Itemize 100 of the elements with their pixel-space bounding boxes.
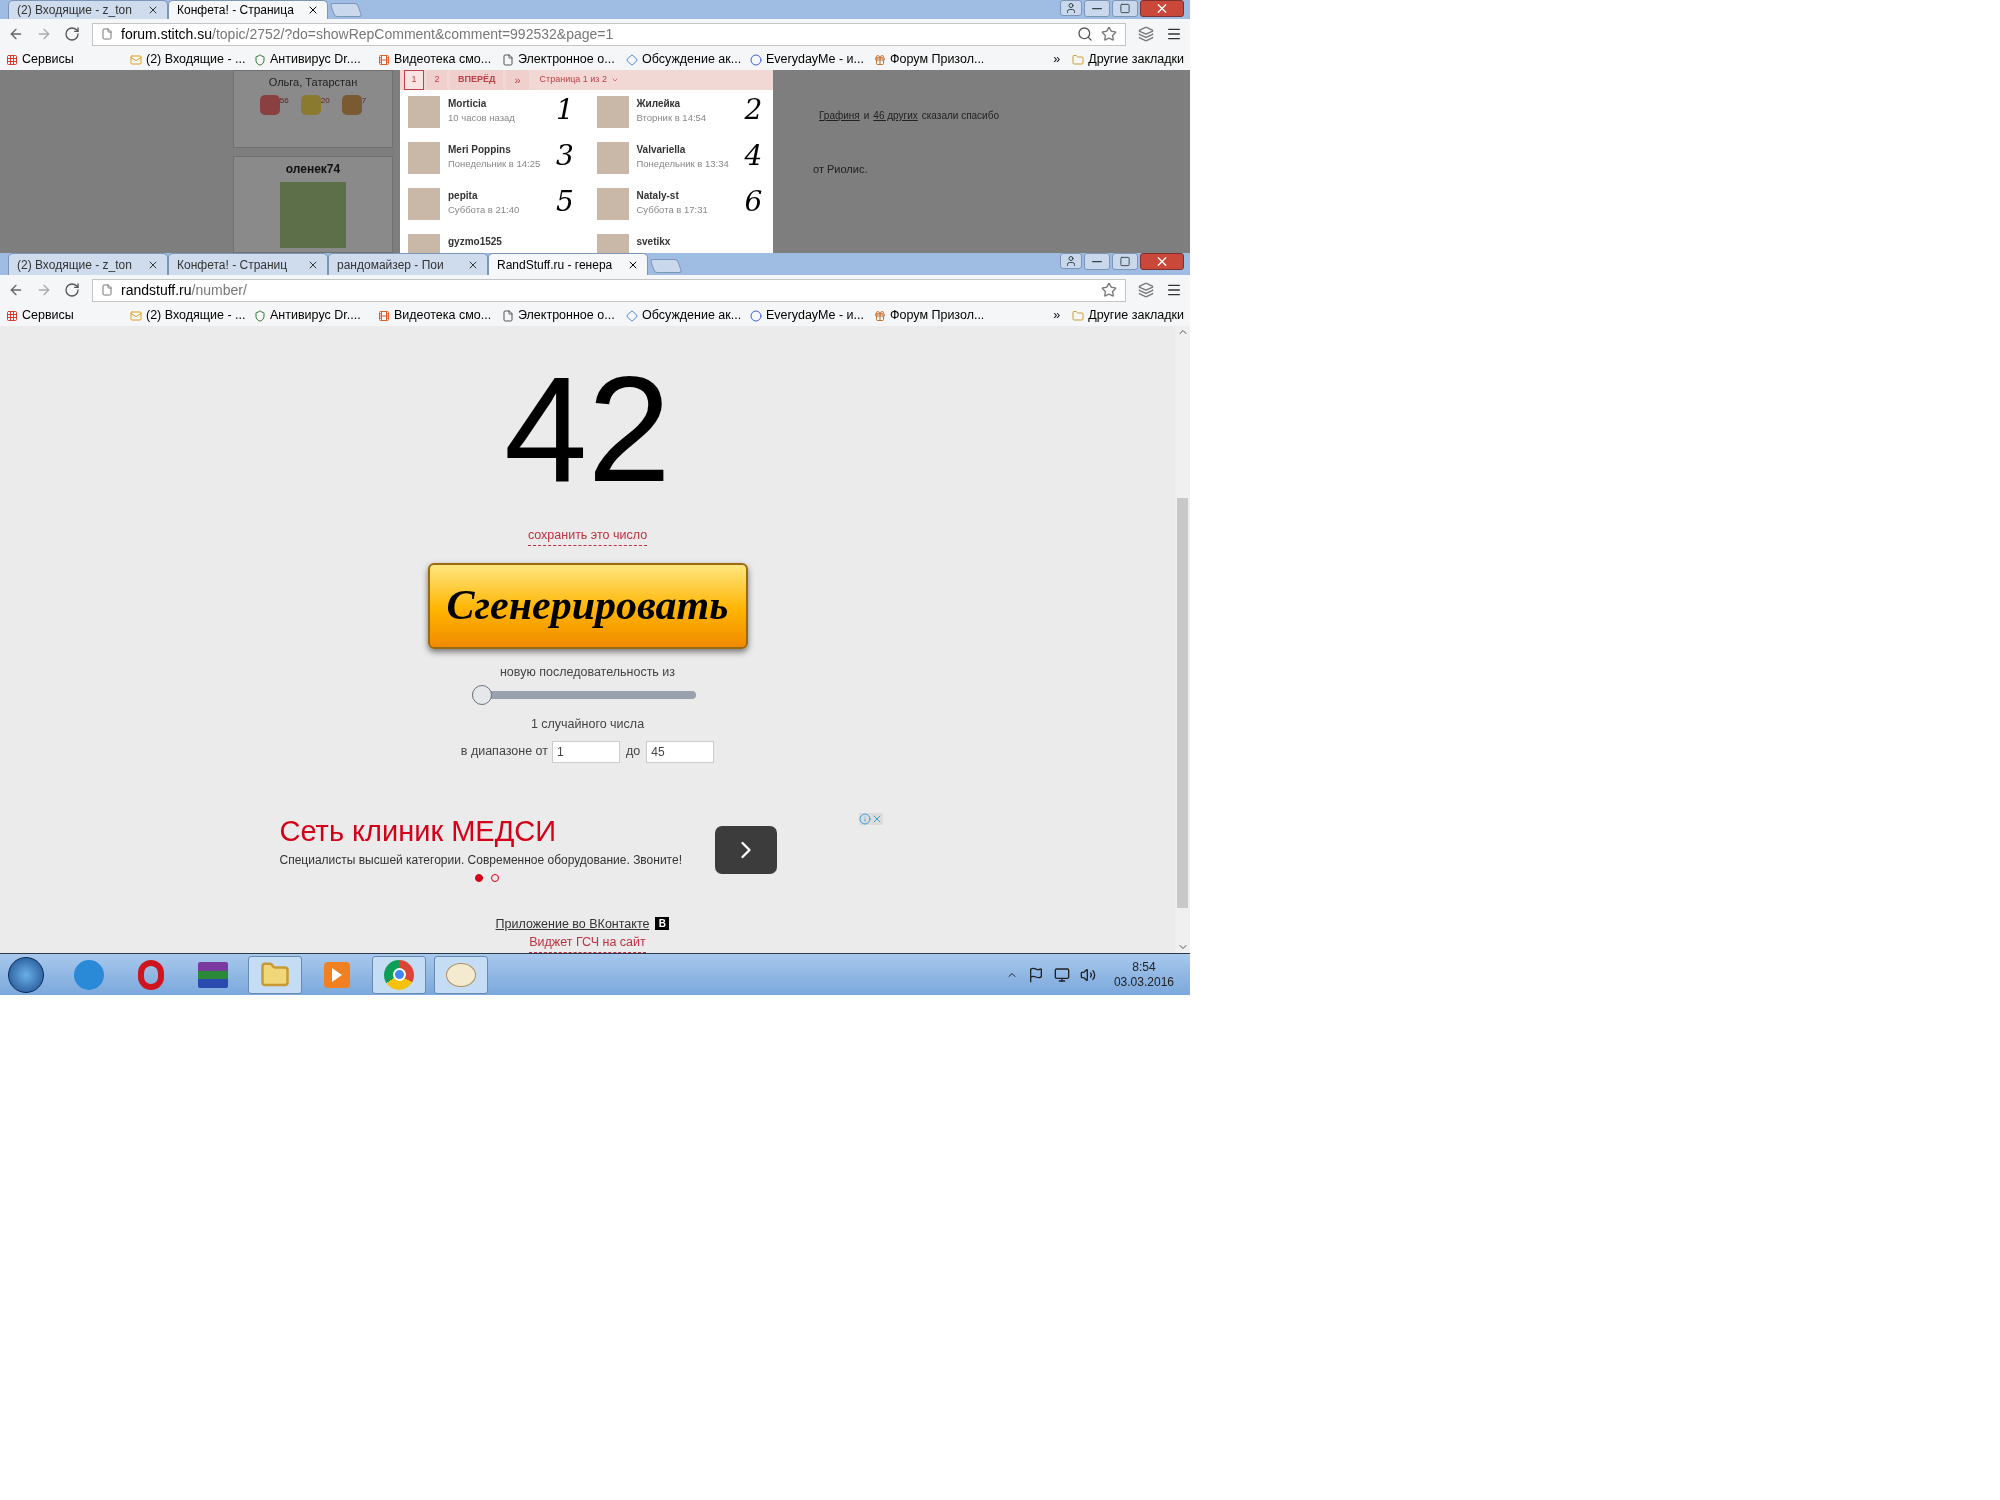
handwritten-number: 6 [744, 188, 763, 216]
bookmark-item[interactable]: Форум Призол... [874, 306, 998, 325]
to-field[interactable]: 45 [646, 740, 715, 763]
vk-logo[interactable]: B [655, 917, 670, 931]
browser-tab[interactable]: Конфета! - Страница [168, 0, 328, 19]
next-page-button[interactable]: ВПЕРЁД [450, 70, 504, 90]
page-menu[interactable]: Страница 1 из 2 [539, 73, 619, 87]
bookmark-item[interactable]: Форум Призол... [874, 50, 998, 69]
user-icon[interactable] [1060, 0, 1082, 16]
thanks-link[interactable]: Графиня [819, 108, 860, 123]
ad-banner[interactable]: Сеть клиник МЕДСИ Специалисты высшей категории. Современное оборудование. Звоните! [272, 812, 883, 885]
bookmark-icon [130, 53, 142, 66]
close-icon[interactable] [147, 4, 159, 16]
bookmark-icon [254, 309, 266, 322]
from-field[interactable]: 1 [551, 740, 620, 763]
bookmark-item[interactable]: EverydayMe - и... [750, 306, 874, 325]
bookmark-item[interactable]: Видеотека смо... [378, 50, 502, 69]
thanks-time: Вторник в 14:54 [636, 111, 708, 125]
maximize-icon[interactable] [1112, 253, 1138, 270]
user-name[interactable]: Жилейка [636, 96, 737, 111]
network-icon[interactable] [1053, 966, 1070, 983]
bookmark-icon [626, 53, 638, 66]
bookmark-item[interactable]: Видеотека смо... [378, 306, 502, 325]
volume-icon[interactable] [1079, 966, 1096, 983]
menu-icon[interactable] [1166, 282, 1182, 298]
bookmark-icon [874, 53, 886, 66]
last-page-button[interactable]: » [506, 70, 529, 90]
bookmark-item[interactable]: Электронное о... [502, 306, 626, 325]
bookmark-item[interactable]: EverydayMe - и... [750, 50, 874, 69]
count-slider[interactable] [471, 684, 696, 705]
avatar-placeholder [408, 96, 440, 128]
flag-icon[interactable] [1027, 966, 1044, 983]
slider-thumb[interactable] [471, 684, 492, 705]
tab-title: рандомайзер - Пои [337, 256, 444, 274]
back-icon[interactable] [8, 26, 24, 42]
ad-next-button[interactable] [715, 825, 777, 874]
clock-time[interactable]: 8:54 [1132, 959, 1156, 975]
bookmark-item[interactable]: (2) Входящие - ... [130, 50, 254, 69]
browser-tab[interactable]: (2) Входящие - z_ton [8, 0, 168, 19]
avatar-placeholder [596, 142, 629, 174]
user-name[interactable]: Nataly-st [636, 188, 737, 203]
bookmark-item[interactable]: Антивирус Dr.... [254, 50, 378, 69]
user-name[interactable]: pepita [448, 188, 548, 203]
browser-tab[interactable]: RandStuff.ru - генера [488, 253, 648, 275]
bookmark-item[interactable]: Обсуждение ак... [626, 50, 750, 69]
search-icon[interactable] [1077, 26, 1093, 42]
user-icon[interactable] [1060, 253, 1082, 269]
clock-date[interactable]: 03.03.2016 [1113, 974, 1174, 990]
page-button[interactable]: 2 [427, 70, 447, 90]
bookmark-item[interactable]: Антивирус Dr.... [254, 306, 378, 325]
more-bookmarks[interactable]: » [1053, 306, 1061, 325]
user-name[interactable]: Morticia [448, 96, 548, 111]
reload-icon[interactable] [64, 282, 80, 298]
browser-tab[interactable]: рандомайзер - Пои [328, 253, 488, 275]
bookmark-item[interactable]: (2) Входящие - ... [130, 306, 254, 325]
bookmark-item[interactable]: Сервисы [6, 306, 130, 325]
taskbar-button[interactable] [372, 955, 426, 994]
taskbar-button[interactable] [248, 955, 302, 994]
address-field[interactable]: randstuff.ru/number/ [92, 278, 1126, 302]
close-icon[interactable] [1140, 0, 1184, 17]
generate-button[interactable]: Сгенерировать [427, 562, 748, 650]
minimize-icon[interactable] [1084, 0, 1110, 17]
bookmark-item[interactable]: Обсуждение ак... [626, 306, 750, 325]
reload-icon[interactable] [64, 26, 80, 42]
more-bookmarks[interactable]: » [1053, 50, 1061, 69]
user-name[interactable]: Meri Poppins [448, 142, 548, 157]
ring-icon [138, 959, 164, 990]
browser-tab[interactable]: Конфета! - Страниц [168, 253, 328, 275]
start-button[interactable] [8, 956, 44, 993]
bookmark-item[interactable]: Другие закладки [1072, 50, 1184, 69]
photo-placeholder [280, 182, 346, 248]
handwritten-number: 2 [744, 96, 763, 124]
minimize-icon[interactable] [1084, 253, 1110, 270]
vk-app-link[interactable]: Приложение во ВКонтакте [495, 914, 650, 934]
maximize-icon[interactable] [1112, 0, 1138, 17]
browser-tab[interactable]: (2) Входящие - z_ton [8, 253, 168, 275]
user-name[interactable]: Valvariella [636, 142, 737, 157]
back-icon[interactable] [8, 282, 24, 298]
bookmark-icon [750, 53, 762, 66]
user-name[interactable]: svetikx [636, 234, 737, 249]
extension-icon[interactable] [1138, 26, 1154, 42]
star-icon[interactable] [1101, 26, 1117, 42]
bookmark-item[interactable]: Электронное о... [502, 50, 626, 69]
close-icon[interactable] [307, 4, 319, 16]
extension-icon[interactable] [1138, 282, 1154, 298]
taskbar-button[interactable] [434, 955, 488, 994]
thanks-link[interactable]: 46 других [873, 108, 918, 123]
star-icon[interactable] [1101, 282, 1117, 298]
bookmark-icon [626, 309, 638, 322]
address-field[interactable]: forum.stitch.su/topic/2752/?do=showRepComment&comment=992532&page=1 [92, 22, 1126, 46]
save-number-link[interactable]: сохранить это число [527, 526, 648, 546]
bookmark-item[interactable]: Другие закладки [1072, 306, 1184, 325]
menu-icon[interactable] [1166, 26, 1182, 42]
page-icon [101, 28, 113, 40]
close-icon[interactable] [1140, 253, 1184, 270]
page-button[interactable]: 1 [404, 70, 424, 90]
post-text: от Риолис. [813, 162, 869, 177]
bookmark-item[interactable]: Сервисы [6, 50, 130, 69]
user-name[interactable]: gyzmo1525 [448, 234, 548, 249]
caret-icon [611, 76, 619, 84]
